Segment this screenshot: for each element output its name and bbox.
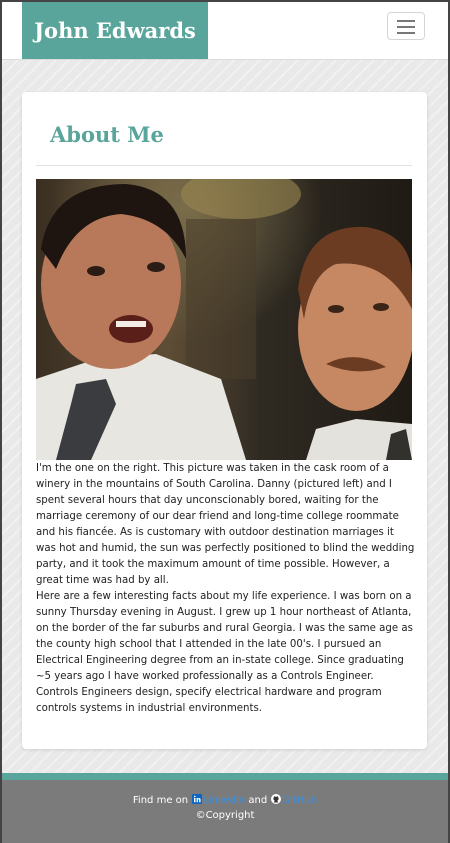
about-card: About Me I'm the one on the right. This … [22,92,427,749]
linkedin-link[interactable]: LinkedIn [203,795,245,806]
title-divider [36,165,412,166]
footer: Find me on LinkedIn and GitHub ©Copyrigh… [2,780,448,843]
hamburger-menu-icon-bar [397,32,415,34]
hamburger-menu-icon-bar [397,26,415,28]
linkedin-icon [192,794,203,804]
find-me-text: Find me on [132,795,189,806]
hamburger-menu-icon [397,20,415,22]
footer-social-line: Find me on LinkedIn and GitHub [2,794,448,806]
brand-logo[interactable]: John Edwards [22,2,208,59]
about-paragraph-1: I'm the one on the right. This picture w… [36,463,415,586]
copyright-text: ©Copyright [195,810,255,821]
photo-image [36,179,412,460]
footer-accent-bar [2,773,448,780]
github-icon [271,794,282,804]
about-title: About Me [50,122,164,147]
navbar-toggler-button[interactable] [387,12,425,40]
about-paragraph-2: Here are a few interesting facts about m… [36,591,413,714]
github-link[interactable]: GitHub [282,795,317,806]
and-text: and [248,795,268,806]
navbar: John Edwards [2,2,448,60]
